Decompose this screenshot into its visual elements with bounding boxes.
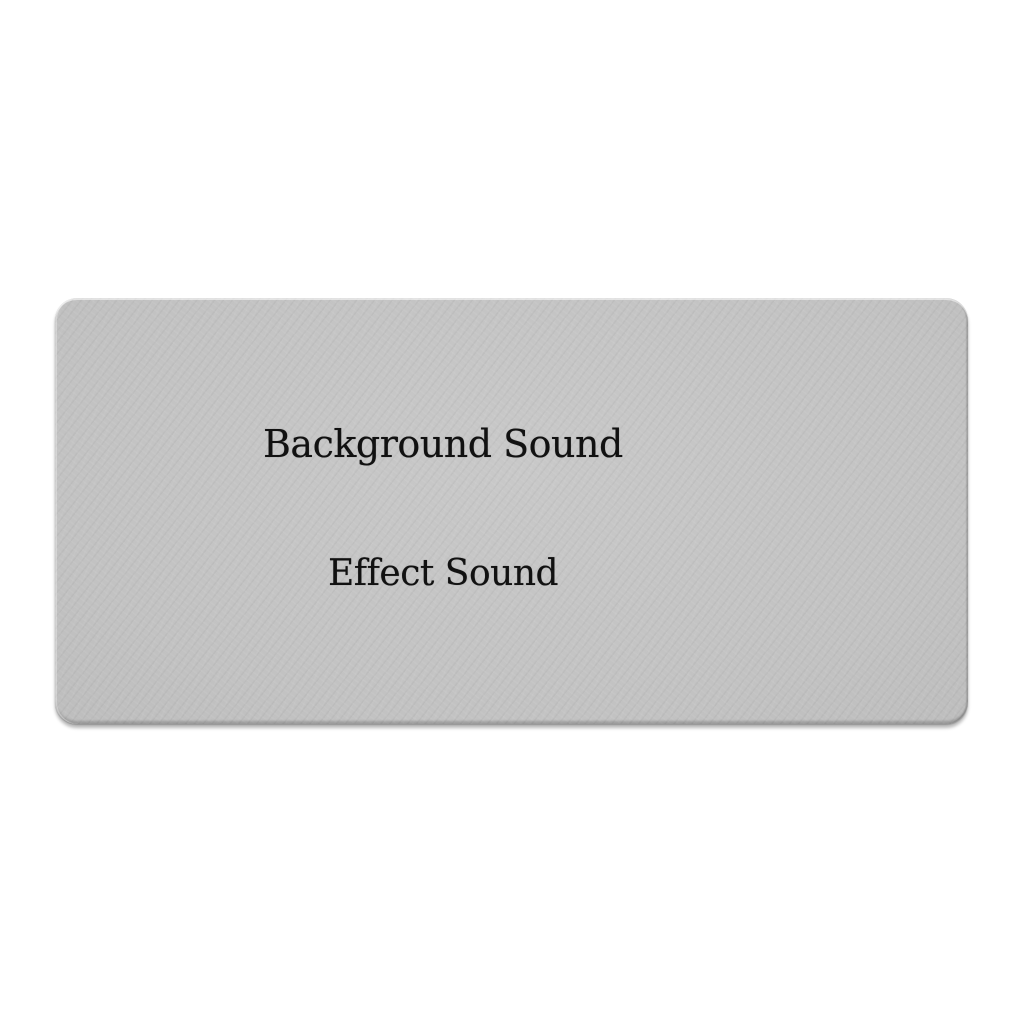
sound-menu-panel: Background Sound Effect Sound: [55, 298, 968, 724]
background-sound-option[interactable]: Background Sound: [263, 422, 623, 466]
effect-sound-option[interactable]: Effect Sound: [328, 553, 559, 594]
sound-settings-screen: Background Sound Effect Sound: [0, 0, 1024, 1024]
